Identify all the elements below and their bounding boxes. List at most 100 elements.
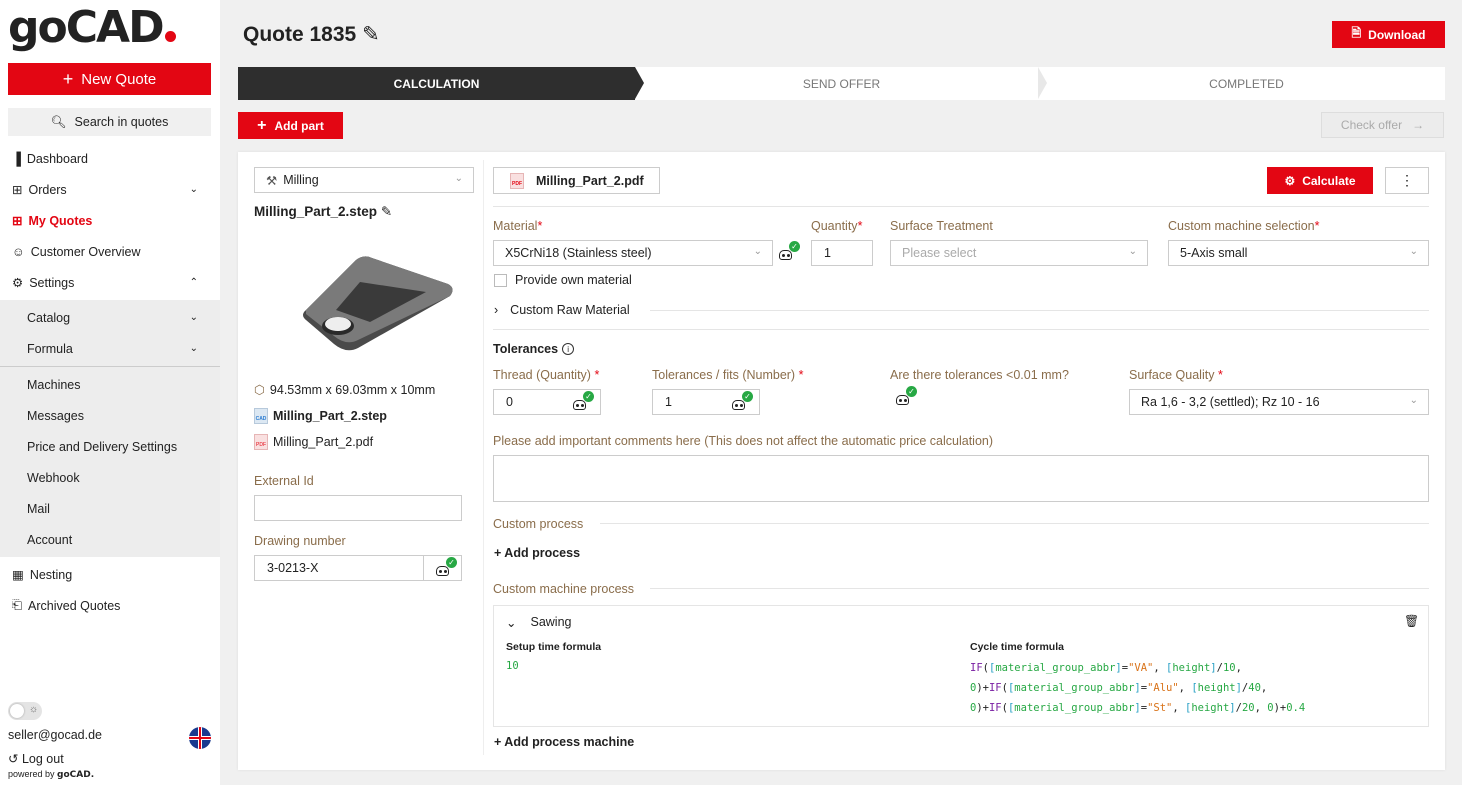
add-process-button[interactable]: + Add process <box>494 546 580 560</box>
chevron-down-icon: ⌄ <box>506 616 517 630</box>
trash-icon[interactable]: 🗑︎ <box>1404 614 1419 628</box>
ai-detect-button[interactable]: ✓ <box>423 555 462 581</box>
progress-steps: CALCULATION SEND OFFER COMPLETED <box>238 67 1445 100</box>
cycle-time-label: Cycle time formula <box>970 641 1064 653</box>
comments-label: Please add important comments here (This… <box>493 434 994 448</box>
info-icon[interactable]: i <box>562 343 575 355</box>
thread-label: Thread (Quantity) * <box>493 368 600 382</box>
calculate-button[interactable]: ⚙ Calculate <box>1267 167 1373 194</box>
sidebar-item-mail[interactable]: Mail <box>0 493 220 524</box>
sidebar-item-price-delivery[interactable]: Price and Delivery Settings <box>0 431 220 462</box>
sidebar-item-customer-overview[interactable]: ☺ Customer Overview <box>0 236 220 267</box>
sidebar-item-formula[interactable]: Formula ⌄ <box>0 333 220 364</box>
raw-material-divider <box>650 310 1429 311</box>
comments-textarea[interactable] <box>493 455 1429 502</box>
check-icon: ✓ <box>446 557 457 568</box>
process-select[interactable]: ⚒ Milling ⌄ <box>254 167 474 193</box>
logout-button[interactable]: ↺ Log out <box>8 751 64 766</box>
part-3d-preview[interactable] <box>298 252 458 352</box>
sidebar-item-webhook[interactable]: Webhook <box>0 462 220 493</box>
check-icon: ✓ <box>906 386 917 397</box>
chevron-down-icon: ⌄ <box>189 184 198 195</box>
step-send-offer[interactable]: SEND OFFER <box>644 67 1039 100</box>
sidebar-item-nesting[interactable]: ▦ Nesting <box>0 559 220 590</box>
robot-icon[interactable]: ✓ <box>776 241 800 261</box>
header-divider <box>493 206 1429 207</box>
external-id-input[interactable] <box>254 495 462 521</box>
column-divider <box>483 160 484 755</box>
sidebar-item-orders[interactable]: ⊞ Orders ⌄ <box>0 174 220 205</box>
download-button[interactable]: 🗎︎ Download <box>1332 21 1445 48</box>
add-part-button[interactable]: + Add part <box>238 112 343 139</box>
robot-icon[interactable]: ✓ <box>893 386 917 406</box>
surface-treatment-select[interactable]: Please select ⌄ <box>890 240 1148 266</box>
pdf-file-link[interactable]: PDF Milling_Part_2.pdf <box>254 434 373 450</box>
surface-quality-select[interactable]: Ra 1,6 - 3,2 (settled); Rz 10 - 16 ⌄ <box>1129 389 1429 415</box>
sidebar-item-settings[interactable]: ⚙ Settings ⌃ <box>0 267 220 298</box>
part-dimensions: ⬡ 94.53mm x 69.03mm x 10mm <box>254 382 436 398</box>
sidebar-item-machines[interactable]: Machines <box>0 369 220 400</box>
machine-selection-label: Custom machine selection* <box>1168 219 1320 233</box>
step-file-link[interactable]: CAD Milling_Part_2.step <box>254 408 387 424</box>
own-material-checkbox[interactable] <box>494 274 507 287</box>
edit-icon[interactable]: ✎ <box>362 23 380 46</box>
thread-ai-button[interactable]: ✓ <box>561 389 601 415</box>
drawing-number-input[interactable]: 3-0213-X <box>254 555 424 581</box>
uk-flag-icon[interactable] <box>189 727 211 749</box>
sawing-process-panel: ⌄ Sawing 🗑︎ Setup time formula 10 Cycle t… <box>493 605 1429 727</box>
check-offer-button[interactable]: Check offer → <box>1321 112 1444 138</box>
archive-icon: ⎗ <box>12 598 23 612</box>
chevron-down-icon: ⌄ <box>1128 246 1137 257</box>
part-filename: Milling_Part_2.step ✎ <box>254 204 393 219</box>
chevron-down-icon: ⌄ <box>753 246 762 257</box>
sidebar-item-archived-quotes[interactable]: ⎗ Archived Quotes <box>0 590 220 621</box>
dimensions-icon: ⬡ <box>254 383 265 397</box>
part-card: ⚒ Milling ⌄ Milling_Part_2.step ✎ ⬡ 94.53mm… <box>238 152 1445 770</box>
powered-by: powered by goCAD. <box>8 769 95 780</box>
more-options-button[interactable]: ⋮ <box>1385 167 1429 194</box>
setup-time-label: Setup time formula <box>506 641 602 653</box>
step-calculation[interactable]: CALCULATION <box>238 67 644 100</box>
gear-icon: ⚙ <box>1284 173 1296 188</box>
cycle-time-formula[interactable]: IF([material_group_abbr]="VA", [height]/… <box>970 658 1305 718</box>
sawing-toggle[interactable]: ⌄ Sawing <box>506 615 571 630</box>
quantity-input[interactable]: 1 <box>811 240 873 266</box>
check-icon: ✓ <box>742 391 753 402</box>
chevron-down-icon: ⌄ <box>1409 246 1418 257</box>
sun-icon: ☼ <box>29 704 39 715</box>
robot-icon: ✓ <box>433 557 457 577</box>
chart-icon: ▐ <box>12 151 21 166</box>
machine-select[interactable]: 5-Axis small ⌄ <box>1168 240 1429 266</box>
arrow-right-icon: → <box>1412 118 1425 132</box>
machine-process-divider <box>650 588 1429 589</box>
section-divider <box>493 329 1429 330</box>
submenu-divider <box>0 366 220 367</box>
thread-input[interactable]: 0 <box>493 389 562 415</box>
setup-time-value[interactable]: 10 <box>506 660 519 672</box>
fits-input[interactable]: 1 <box>652 389 721 415</box>
sidebar-item-catalog[interactable]: Catalog ⌄ <box>0 302 220 333</box>
custom-raw-material-toggle[interactable]: › Custom Raw Material <box>494 303 630 317</box>
edit-icon[interactable]: ✎ <box>381 204 392 219</box>
surface-treatment-label: Surface Treatment <box>890 219 993 233</box>
search-quotes-button[interactable]: 🔍︎ Search in quotes <box>8 108 211 136</box>
new-quote-button[interactable]: + New Quote <box>8 63 211 95</box>
sidebar-item-messages[interactable]: Messages <box>0 400 220 431</box>
material-select[interactable]: X5CrNi18 (Stainless steel) ⌄ <box>493 240 773 266</box>
step-separator <box>1038 67 1047 99</box>
sidebar-item-account[interactable]: Account <box>0 524 220 555</box>
drawing-number-label: Drawing number <box>254 534 346 548</box>
own-material-label: Provide own material <box>515 273 632 287</box>
robot-icon: ✓ <box>570 391 594 411</box>
theme-toggle[interactable]: ☼ <box>8 702 42 720</box>
chevron-down-icon: ⌄ <box>454 173 463 184</box>
sidebar-item-dashboard[interactable]: ▐ Dashboard <box>0 143 220 174</box>
milling-icon: ⚒ <box>266 173 278 188</box>
pdf-file-tab[interactable]: PDF Milling_Part_2.pdf <box>493 167 660 194</box>
step-completed[interactable]: COMPLETED <box>1048 67 1445 100</box>
sidebar-item-my-quotes[interactable]: ⊞ My Quotes <box>0 205 220 236</box>
fits-ai-button[interactable]: ✓ <box>720 389 760 415</box>
add-process-machine-button[interactable]: + Add process machine <box>494 735 634 749</box>
gocad-logo[interactable]: goCAD <box>8 6 176 50</box>
toggle-knob <box>10 704 24 718</box>
